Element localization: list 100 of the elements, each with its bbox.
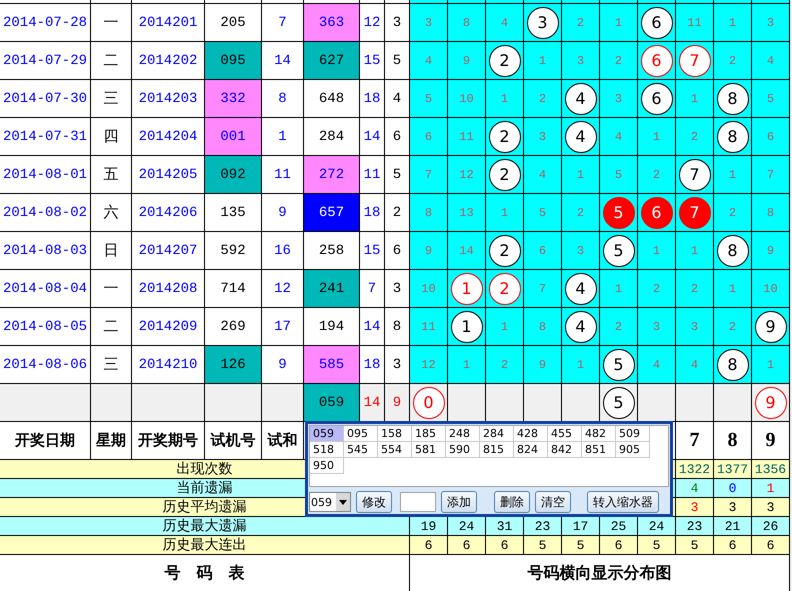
omission-cell: 3 [562, 232, 600, 270]
weekday-cell: 二 [91, 42, 132, 80]
omission-cell: 2 [524, 80, 562, 118]
stat-cell: 3 [676, 498, 714, 517]
test-number-cell: 332 [205, 80, 262, 118]
list-item[interactable]: 059 [310, 426, 344, 442]
omission-cell: 2 [714, 308, 752, 346]
date-cell: 2014-08-05 [0, 308, 91, 346]
omission-cell: 12 [410, 346, 448, 384]
omission-cell: 9 [410, 232, 448, 270]
date-cell: 2014-08-04 [0, 270, 91, 308]
omission-cell: 2 [638, 156, 676, 194]
action-button[interactable]: 转入缩水器 [587, 491, 659, 513]
stat-cell: 4 [676, 479, 714, 498]
omission-cell: 10 [410, 270, 448, 308]
stat-cell: 1356 [752, 460, 790, 479]
omission-cell: 1 [676, 80, 714, 118]
stat-label: 历史最大连出 [0, 536, 410, 555]
omission-cell: 13 [448, 194, 486, 232]
date-cell: 2014-07-31 [0, 118, 91, 156]
omission-cell: 8 [448, 4, 486, 42]
list-item[interactable]: 581 [412, 442, 446, 458]
omission-cell: 4 [752, 42, 790, 80]
sum-cell: 14 [360, 308, 385, 346]
date-cell: 2014-07-29 [0, 42, 91, 80]
omission-cell: 2 [486, 346, 524, 384]
list-item[interactable]: 815 [480, 442, 514, 458]
stat-cell: 6 [752, 536, 790, 555]
list-item[interactable]: 518 [310, 442, 344, 458]
number-ball: 2 [488, 120, 520, 152]
action-button[interactable]: 清空 [535, 491, 571, 513]
action-button[interactable]: 添加 [441, 491, 477, 513]
sum-cell: 14 [360, 118, 385, 156]
span-cell: 9 [385, 384, 410, 422]
omission-cell: 9 [752, 232, 790, 270]
list-item[interactable]: 905 [616, 442, 650, 458]
stat-cell: 6 [448, 536, 486, 555]
number-ball: 2 [488, 44, 520, 76]
draw-number-cell: 363 [304, 4, 360, 42]
omission-cell: 2 [676, 270, 714, 308]
omission-cell: 12 [448, 156, 486, 194]
list-item[interactable]: 851 [582, 442, 616, 458]
number-ball: 1 [450, 310, 482, 342]
action-button[interactable]: 修改 [356, 491, 392, 513]
number-ball: 2 [488, 272, 520, 304]
sum-cell: 18 [360, 80, 385, 118]
omission-cell: 1 [600, 4, 638, 42]
stat-cell: 31 [486, 517, 524, 536]
omission-cell: 4 [410, 42, 448, 80]
list-item[interactable]: 095 [344, 426, 378, 442]
list-item[interactable]: 590 [446, 442, 480, 458]
list-item[interactable]: 545 [344, 442, 378, 458]
stat-cell: 6 [714, 536, 752, 555]
omission-cell: 8 [752, 194, 790, 232]
stat-cell: 3 [714, 498, 752, 517]
number-list[interactable]: 059 095 158 185 248 284 428 455 482 509 518 545 554 581 590 815 824 842 851 905 950 [309, 425, 669, 487]
number-dropdown[interactable]: 059 [309, 492, 351, 512]
number-ball: 7 [678, 44, 710, 76]
list-item[interactable]: 185 [412, 426, 446, 442]
omission-cell: 10 [752, 270, 790, 308]
omission-cell: 14 [448, 232, 486, 270]
omission-cell: 6 [410, 118, 448, 156]
omission-cell: 1 [486, 80, 524, 118]
list-item[interactable]: 824 [514, 442, 548, 458]
draw-number-cell: 648 [304, 80, 360, 118]
list-item[interactable]: 482 [582, 426, 616, 442]
omission-cell: 5 [752, 80, 790, 118]
omission-cell: 11 [676, 4, 714, 42]
test-number-cell: 001 [205, 118, 262, 156]
list-item[interactable]: 428 [514, 426, 548, 442]
number-ball: 2 [488, 234, 520, 266]
weekday-cell: 日 [91, 232, 132, 270]
number-ball: 7 [678, 196, 710, 228]
sum-cell: 18 [360, 194, 385, 232]
list-item[interactable]: 248 [446, 426, 480, 442]
omission-cell: 3 [638, 308, 676, 346]
draw-number-cell: 194 [304, 308, 360, 346]
list-item[interactable]: 284 [480, 426, 514, 442]
action-button[interactable]: 删除 [494, 491, 530, 513]
omission-cell: 3 [600, 80, 638, 118]
list-item[interactable]: 455 [548, 426, 582, 442]
omission-cell: 6 [752, 118, 790, 156]
list-item[interactable]: 950 [310, 458, 344, 474]
list-item[interactable]: 158 [378, 426, 412, 442]
number-ball: 6 [640, 196, 672, 228]
omission-cell: 1 [676, 232, 714, 270]
omission-cell: 1 [752, 346, 790, 384]
sum-cell: 12 [360, 4, 385, 42]
list-item[interactable]: 842 [548, 442, 582, 458]
omission-cell: 5 [600, 156, 638, 194]
number-ball: 8 [716, 82, 748, 114]
omission-cell: 5 [410, 80, 448, 118]
omission-cell: 2 [676, 118, 714, 156]
input-field[interactable] [400, 492, 436, 512]
draw-number-cell: 258 [304, 232, 360, 270]
list-item[interactable]: 554 [378, 442, 412, 458]
omission-cell: 2 [600, 308, 638, 346]
test-number-cell: 714 [205, 270, 262, 308]
omission-cell: 2 [600, 42, 638, 80]
list-item[interactable]: 509 [616, 426, 650, 442]
